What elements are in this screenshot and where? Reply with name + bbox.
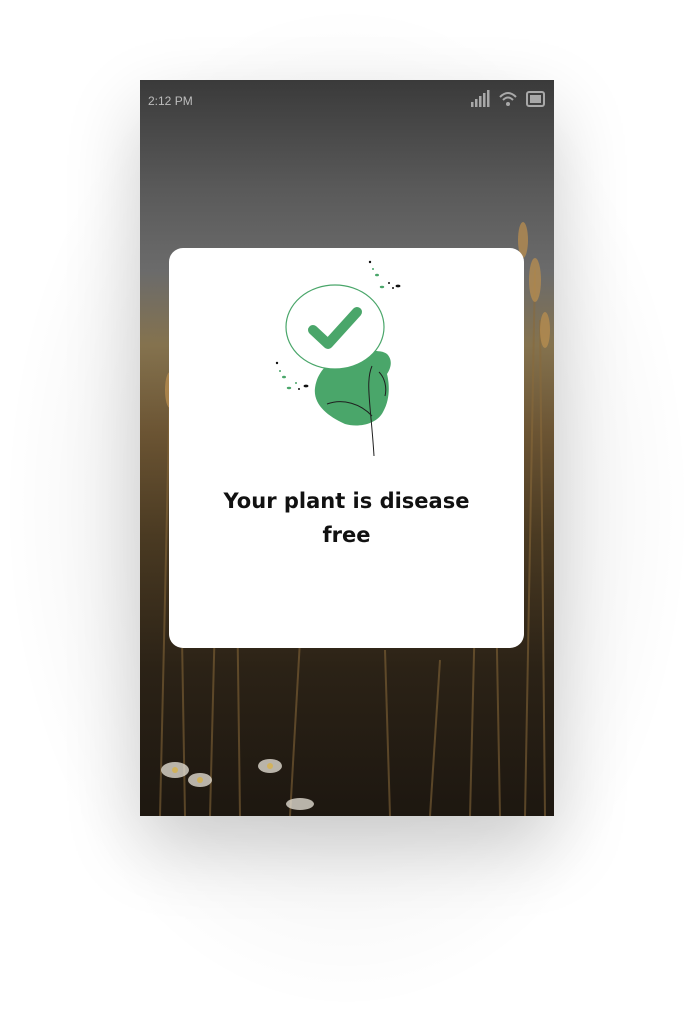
status-icons	[470, 90, 546, 108]
result-message: Your plant is disease free	[223, 489, 470, 547]
canvas: 2:12 PM Your plant is disease free	[0, 0, 694, 1016]
check-circle	[285, 284, 385, 370]
sparkles-left-icon	[275, 361, 309, 390]
wifi-icon	[499, 92, 517, 106]
plant-check-icon	[275, 260, 401, 457]
status-time: 2:12 PM	[148, 94, 193, 108]
status-bar: 2:12 PM	[140, 80, 554, 122]
sparkles-top-right-icon	[368, 260, 401, 289]
signal-icon	[471, 90, 490, 107]
battery-icon	[526, 91, 545, 107]
result-dialog: Your plant is disease free	[169, 248, 524, 648]
